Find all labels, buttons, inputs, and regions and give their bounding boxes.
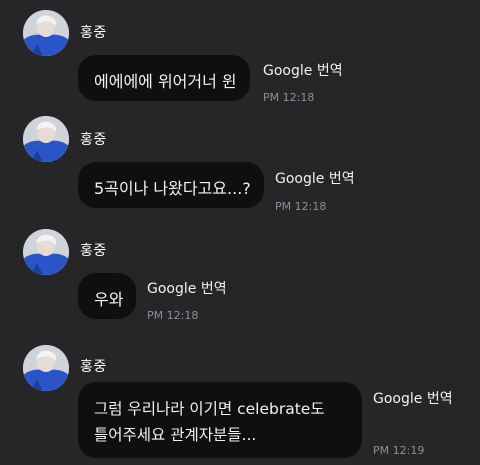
message-timestamp: PM 12:18	[147, 309, 199, 322]
message-text-line: 그럼 우리나라 이기면 celebrate도	[94, 400, 325, 418]
message-bubble[interactable]: 그럼 우리나라 이기면 celebrate도 틀어주세요 관계자분들...	[78, 382, 362, 458]
message-timestamp: PM 12:19	[373, 444, 425, 457]
message-text: 에에에에 위어거너 윈	[94, 72, 237, 91]
avatar[interactable]	[23, 345, 69, 391]
sender-name: 홍중	[80, 132, 107, 148]
message-text: 우와	[94, 290, 124, 309]
message-text-line: 틀어주세요 관계자분들...	[94, 426, 257, 444]
avatar[interactable]	[23, 116, 69, 162]
sender-name: 홍중	[80, 25, 107, 41]
message-bubble[interactable]: 에에에에 위어거너 윈	[78, 55, 250, 101]
avatar[interactable]	[23, 10, 69, 56]
google-translate-link[interactable]: Google 번역	[263, 60, 343, 80]
message-timestamp: PM 12:18	[275, 200, 327, 213]
message-bubble[interactable]: 5곡이나 나왔다고요...?	[78, 162, 264, 208]
message-timestamp: PM 12:18	[263, 91, 315, 104]
message-bubble[interactable]: 우와	[78, 273, 136, 319]
google-translate-link[interactable]: Google 번역	[147, 278, 227, 298]
avatar[interactable]	[23, 229, 69, 275]
google-translate-link[interactable]: Google 번역	[373, 388, 453, 408]
sender-name: 홍중	[80, 359, 107, 375]
google-translate-link[interactable]: Google 번역	[275, 168, 355, 188]
sender-name: 홍중	[80, 243, 107, 259]
message-text: 5곡이나 나왔다고요...?	[94, 179, 251, 198]
